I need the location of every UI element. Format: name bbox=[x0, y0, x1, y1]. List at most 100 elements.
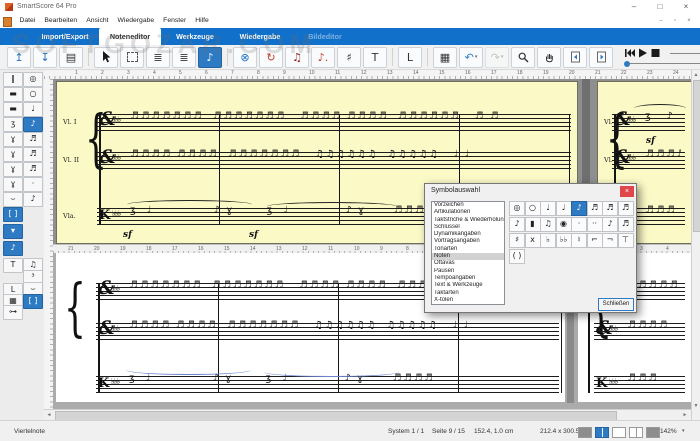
symbol-tremolo-note[interactable]: ◉ bbox=[555, 217, 572, 232]
child-minimize-button[interactable]: – bbox=[655, 17, 667, 26]
scan-button[interactable]: ▤ bbox=[59, 46, 83, 68]
tuplet-bracket-tool[interactable]: [ ] bbox=[3, 207, 23, 222]
dialog-close-button[interactable]: Schließen bbox=[598, 298, 634, 311]
category-noten[interactable]: Noten bbox=[432, 253, 504, 261]
note-insert-tool[interactable]: ♪ bbox=[3, 241, 23, 256]
symbol-eighth-note[interactable]: ♪ bbox=[571, 201, 587, 216]
dotted-note-button[interactable]: ♪. bbox=[311, 46, 335, 68]
symbol-double-flat[interactable]: ♭♭ bbox=[555, 233, 572, 248]
text-tool-button[interactable]: T bbox=[363, 46, 387, 68]
category-text-werkzeuge[interactable]: Text & Werkzeuge bbox=[432, 282, 504, 289]
category-taktarten[interactable]: Taktarten bbox=[432, 290, 504, 297]
symbol-sixteenth-note[interactable]: ♬ bbox=[586, 201, 603, 216]
symbol-whole-note[interactable]: ○ bbox=[524, 201, 541, 216]
category-taktstriche-wiederholungen[interactable]: Taktstriche & Wiederholungen bbox=[432, 217, 504, 224]
category-tonarten[interactable]: Tonarten bbox=[432, 246, 504, 253]
select-arrow-tool[interactable] bbox=[94, 46, 118, 68]
unify-key-tool[interactable]: ♪ bbox=[198, 46, 222, 68]
staff-system[interactable]: & ♭♭♭ ♬♬♬♬ ♬♬♬♬ ♬♬♬♬♬♬♬ ♫♫♫♫♫♫ ♫♫♫♫♫ ♩ ♩ bbox=[96, 319, 559, 340]
staff-vl-ii[interactable]: & ♭♭♭ ♬♬♬♬ ♬♬♬♬ ♬♬♬♬♬♬♬ ♫♫♫♫♫♫ ♫♫♫♫♫ ♩ ♩ bbox=[97, 148, 571, 169]
symbol-grace-eighth[interactable]: ♪ bbox=[602, 217, 618, 232]
play-button[interactable] bbox=[638, 48, 650, 58]
maximize-button[interactable]: □ bbox=[650, 1, 670, 13]
half-note-tool[interactable]: ♩ bbox=[23, 102, 43, 117]
whole-rest-tool[interactable]: ▬ bbox=[3, 87, 23, 102]
transpose-button[interactable]: ↻ bbox=[259, 46, 283, 68]
quarter-rest-tool[interactable]: ʒ bbox=[3, 117, 23, 132]
staff-vl-i[interactable]: & ♭♭♭ ʒ ♪ bbox=[612, 110, 685, 131]
dialog-close-icon[interactable]: × bbox=[620, 186, 634, 197]
symbol-dot[interactable]: · bbox=[571, 217, 587, 232]
quarter-note-tool[interactable]: ♪ bbox=[23, 117, 43, 132]
symbol-double-dot[interactable]: ·· bbox=[586, 217, 603, 232]
text-block-tool[interactable]: T bbox=[3, 258, 23, 273]
category-pausen[interactable]: Pausen bbox=[432, 268, 504, 275]
menu-wiedergabe[interactable]: Wiedergabe bbox=[118, 14, 155, 28]
scroll-up-arrow[interactable]: ▲ bbox=[692, 71, 700, 80]
symbol-stem-up[interactable]: ⌐ bbox=[586, 233, 603, 248]
import-page-button[interactable]: ↧ bbox=[33, 46, 57, 68]
thirtysecond-rest-tool[interactable]: ɣ bbox=[3, 162, 23, 177]
symbol-natural[interactable]: ♮ bbox=[571, 233, 587, 248]
position-slider-track[interactable] bbox=[626, 63, 700, 64]
thumbnail-view[interactable] bbox=[578, 427, 592, 438]
child-close-button[interactable]: × bbox=[683, 17, 695, 26]
symbol-sharp[interactable]: ♯ bbox=[509, 233, 525, 248]
symbol-double-sharp[interactable]: x bbox=[524, 233, 541, 248]
accidental-button[interactable]: ♯ bbox=[337, 46, 361, 68]
menu-fenster[interactable]: Fenster bbox=[163, 14, 186, 28]
redo-button[interactable]: ↷ ▾ bbox=[485, 46, 509, 68]
sixtyfourth-rest-tool[interactable]: ɣ bbox=[3, 177, 23, 192]
dual-page-view[interactable] bbox=[595, 427, 609, 438]
ornament-button[interactable]: ♫ bbox=[285, 46, 309, 68]
marquee-select-tool[interactable] bbox=[120, 46, 144, 68]
dropdown-caret-icon[interactable]: ▾ bbox=[475, 54, 478, 60]
menu-hilfe[interactable]: Hilfe bbox=[195, 14, 209, 28]
symbol-half-note[interactable]: ♩ bbox=[540, 201, 556, 216]
tab-bildeditor[interactable]: Bildeditor bbox=[294, 28, 356, 45]
breve-note-tool[interactable]: ◎ bbox=[23, 72, 43, 87]
undo-button[interactable]: ↶ ▾ bbox=[459, 46, 483, 68]
symbol-cluster[interactable]: ▮ bbox=[524, 217, 541, 232]
symbol-category-list[interactable]: Vorzeichen Artikulationen Taktstriche & Wi… bbox=[431, 201, 505, 305]
tab-werkzeuge[interactable]: Werkzeuge bbox=[164, 28, 226, 45]
minimize-button[interactable]: – bbox=[624, 1, 644, 13]
half-rest-tool[interactable]: ▬ bbox=[3, 102, 23, 117]
eighth-note-tool[interactable]: ♬ bbox=[23, 132, 43, 147]
scroll-right-arrow[interactable]: ► bbox=[681, 411, 689, 420]
tempo-slider-track[interactable] bbox=[670, 53, 700, 54]
long-view[interactable] bbox=[646, 427, 660, 438]
vertical-scroll-thumb[interactable] bbox=[693, 80, 700, 232]
thirtysecond-note-tool[interactable]: ♬ bbox=[23, 162, 43, 177]
symbol-onetwentyeighth-note[interactable]: ♪ bbox=[509, 217, 525, 232]
vertical-scrollbar[interactable]: ▲ ▼ bbox=[691, 70, 700, 420]
category-vortragsangaben[interactable]: Vortragsangaben bbox=[432, 238, 504, 245]
category-tempoangaben[interactable]: Tempoangaben bbox=[432, 275, 504, 282]
staff-system[interactable]: & ♭♭♭ ♬♬♬♬ bbox=[594, 319, 685, 340]
whole-note-tool[interactable]: ○ bbox=[23, 87, 43, 102]
single-page-view[interactable] bbox=[612, 427, 626, 438]
sixteenth-rest-tool[interactable]: ɣ bbox=[3, 147, 23, 162]
symbol-parentheses[interactable]: ( ) bbox=[509, 249, 525, 264]
pan-tool-button[interactable] bbox=[537, 46, 561, 68]
zoom-tool-button[interactable] bbox=[511, 46, 535, 68]
category-artikulationen[interactable]: Artikulationen bbox=[432, 209, 504, 216]
grace-note-tool[interactable]: ♪ bbox=[23, 192, 43, 207]
skip-back-button[interactable] bbox=[624, 48, 636, 58]
child-restore-button[interactable]: ▫ bbox=[669, 17, 681, 26]
voice-select-tool[interactable]: ▾ bbox=[3, 224, 23, 239]
prev-page-button[interactable] bbox=[563, 46, 587, 68]
symbol-breve[interactable]: ◎ bbox=[509, 201, 525, 216]
lyric-tool-button[interactable]: L bbox=[398, 46, 422, 68]
symbol-thirtysecond-note[interactable]: ♬ bbox=[602, 201, 618, 216]
staff-system[interactable]: K♭♭♭ ♬♬♬ bbox=[594, 373, 685, 393]
menu-ansicht[interactable]: Ansicht bbox=[86, 14, 108, 28]
score-structure-button[interactable]: ▦ bbox=[433, 46, 457, 68]
symbol-flat[interactable]: ♭ bbox=[540, 233, 556, 248]
link-tool[interactable]: ⊶ bbox=[3, 305, 23, 320]
zoom-level[interactable]: 142% bbox=[660, 428, 677, 435]
symbol-sixtyfourth-note[interactable]: ♬ bbox=[617, 201, 634, 216]
category-ottavas[interactable]: Ottavas bbox=[432, 260, 504, 267]
menu-datei[interactable]: Datei bbox=[19, 14, 35, 28]
scroll-left-arrow[interactable]: ◄ bbox=[45, 411, 53, 420]
